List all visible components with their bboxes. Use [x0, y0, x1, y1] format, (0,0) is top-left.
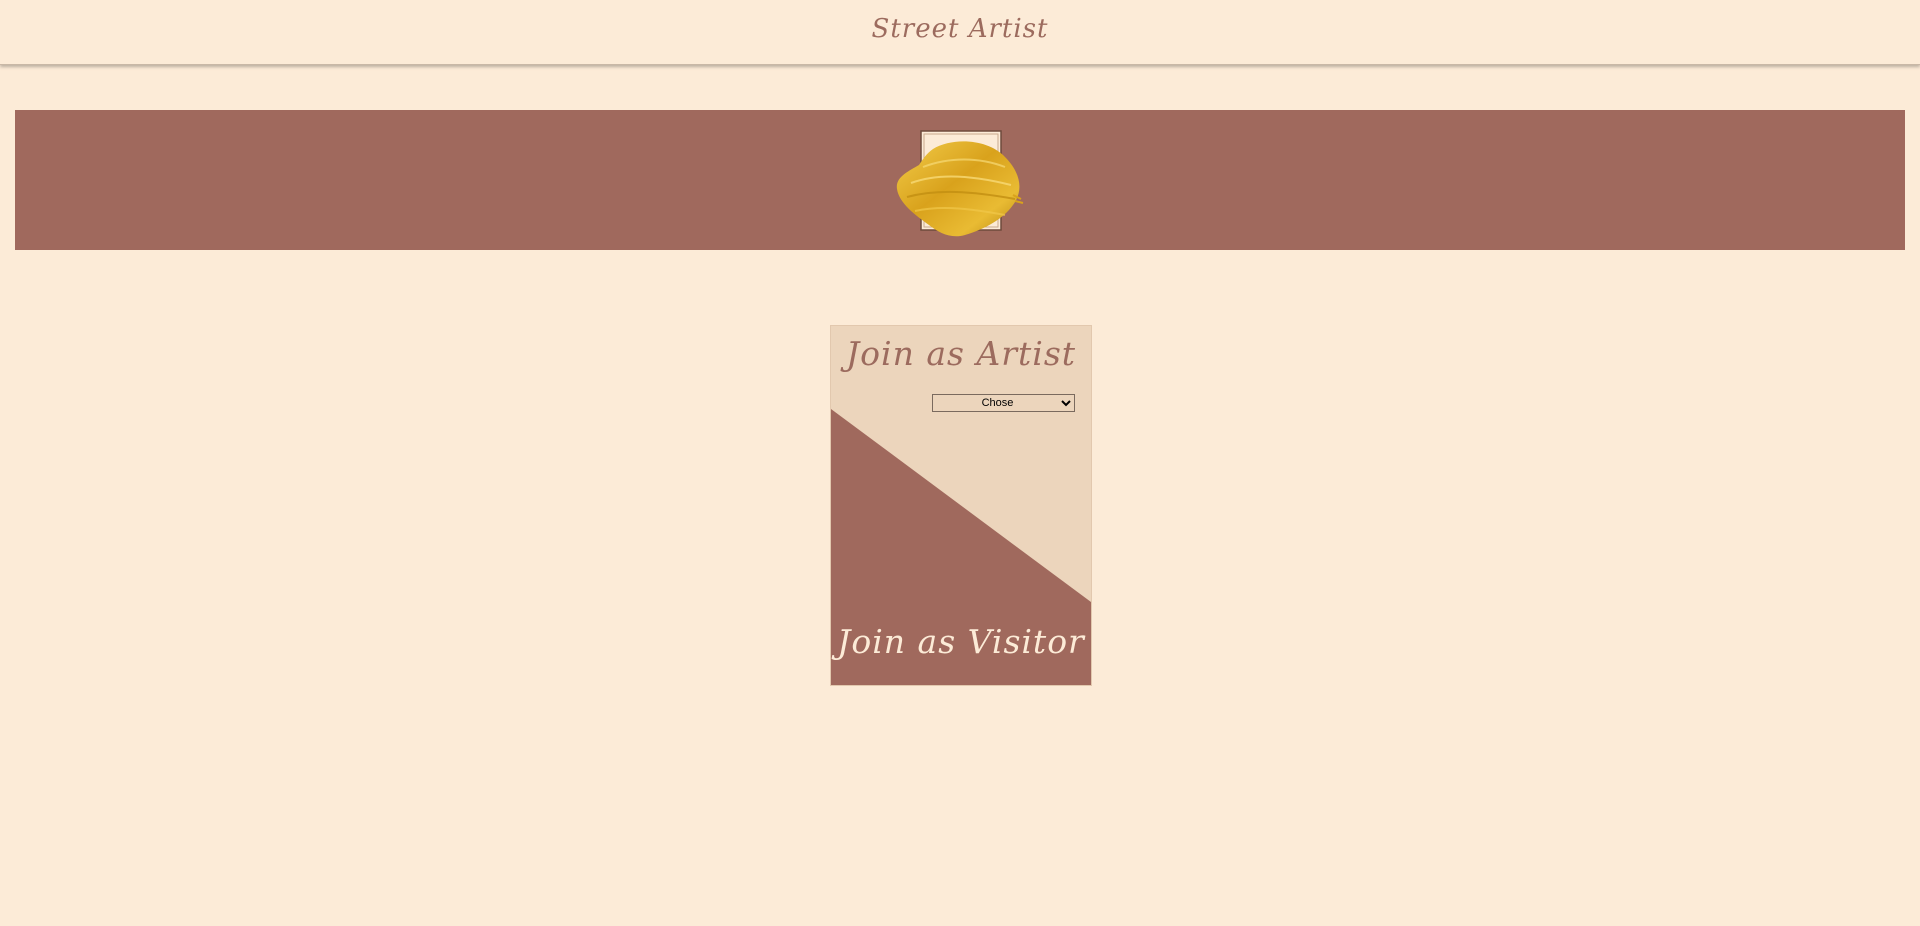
artist-type-select[interactable]: Chose [932, 394, 1075, 412]
join-as-artist-link[interactable]: Join as Artist [831, 334, 1091, 373]
top-navbar: Street Artist [0, 0, 1920, 65]
brand-title[interactable]: Street Artist [872, 14, 1049, 44]
paint-stroke-frame-icon [893, 127, 1027, 241]
join-card: Join as Artist Chose Join as Visitor [830, 325, 1092, 686]
join-as-visitor-link[interactable]: Join as Visitor [831, 622, 1091, 661]
